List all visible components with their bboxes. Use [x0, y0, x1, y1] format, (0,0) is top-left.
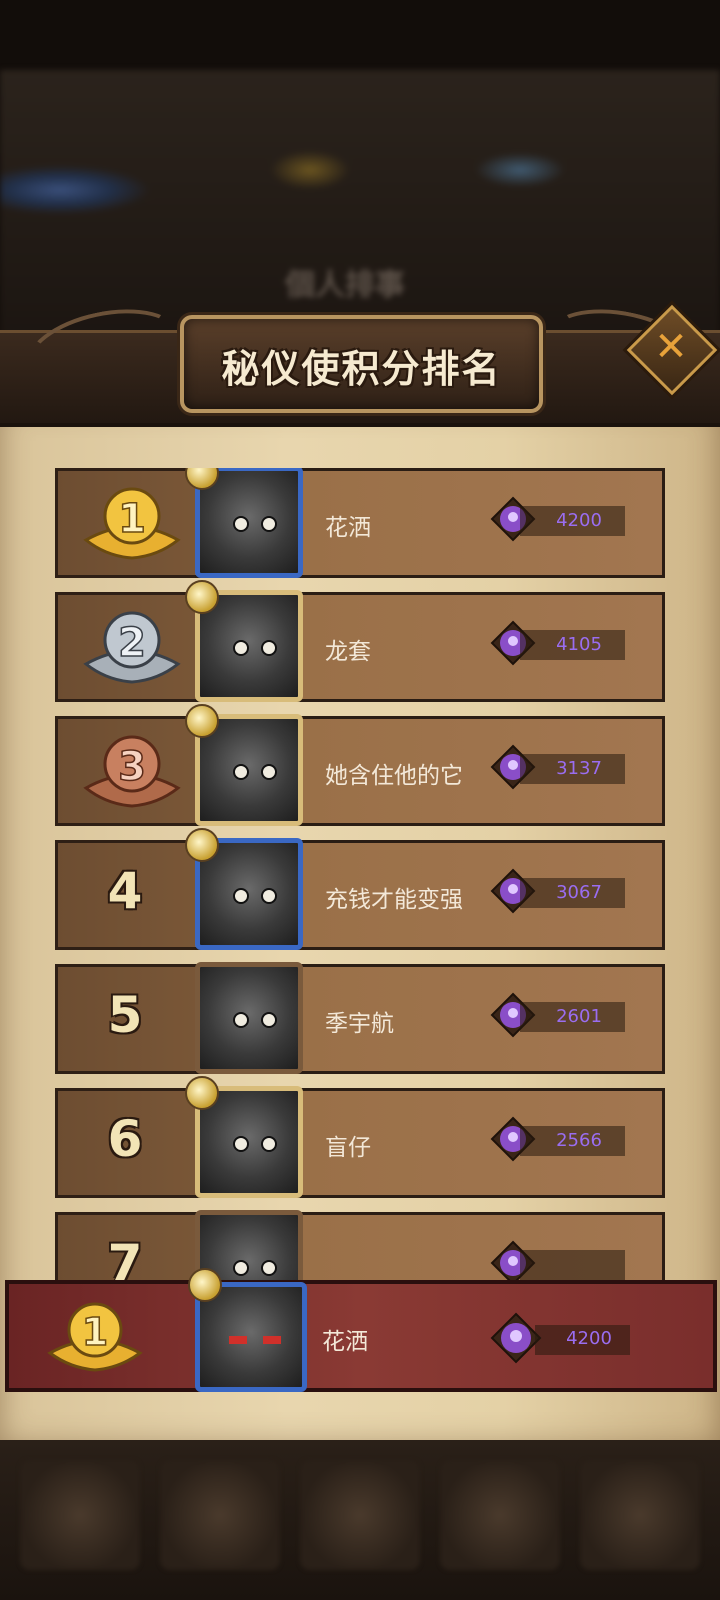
nav-slot — [440, 1460, 560, 1570]
avatar-star-badge — [188, 1268, 222, 1302]
rank-number: 2 — [118, 620, 146, 666]
score-value: 4200 — [556, 510, 602, 531]
my-rank-medal: 1 — [47, 1302, 143, 1372]
score-value: 3137 — [556, 758, 602, 779]
close-icon[interactable]: ✕ — [646, 322, 696, 372]
my-rank-number: 1 — [82, 1310, 108, 1354]
nav-slot — [580, 1460, 700, 1570]
ranking-row[interactable]: 5 季宇航 2601 — [55, 962, 665, 1076]
avatar-eyes — [229, 1336, 281, 1344]
silver-medal-icon: 2 — [83, 611, 181, 684]
ranking-row[interactable]: 3 她含住他的它 3137 — [55, 704, 665, 828]
score-value: 4105 — [556, 634, 602, 655]
ranking-row[interactable]: 1 花洒 4200 — [55, 468, 665, 580]
rank-number: 5 — [107, 986, 143, 1044]
ranking-list[interactable]: 1 花洒 4200 2 龙套 4105 3 她含住他的它 3137 4 充钱才能变强 3067 5 季宇航… — [55, 468, 670, 1290]
avatar-eyes — [233, 888, 277, 904]
player-name: 盲仔 — [325, 1135, 371, 1161]
ranking-row[interactable]: 6 盲仔 2566 — [55, 1076, 665, 1200]
halo-orb-icon — [185, 1076, 219, 1110]
player-name: 季宇航 — [325, 1011, 394, 1037]
score-value: 3067 — [556, 882, 602, 903]
blurred-background-title: 個人排事 — [285, 268, 405, 303]
page-title: 秘仪使积分排名 — [221, 347, 502, 391]
player-name: 花洒 — [325, 515, 371, 541]
avatar-eyes — [233, 516, 277, 532]
bronze-medal-icon: 3 — [83, 735, 181, 808]
rank-number: 6 — [107, 1110, 143, 1168]
avatar-eyes — [233, 764, 277, 780]
avatar-eyes — [233, 640, 277, 656]
ranking-row[interactable]: 4 充钱才能变强 3067 — [55, 828, 665, 952]
player-name: 她含住他的它 — [325, 763, 463, 789]
halo-orb-icon — [185, 580, 219, 614]
score-box — [520, 1250, 625, 1280]
my-score-value: 4200 — [566, 1328, 612, 1349]
score-value: 2601 — [556, 1006, 602, 1027]
player-name: 龙套 — [325, 639, 371, 665]
player-name: 充钱才能变强 — [325, 887, 463, 913]
star-badge-icon — [185, 828, 219, 862]
rank-number: 3 — [118, 744, 146, 790]
blurred-bottom-nav — [0, 1440, 720, 1600]
my-player-name: 花洒 — [322, 1329, 368, 1355]
nav-slot — [20, 1460, 140, 1570]
nav-slot — [300, 1460, 420, 1570]
avatar-eyes — [233, 1012, 277, 1028]
player-avatar[interactable] — [195, 962, 303, 1074]
score-value: 2566 — [556, 1130, 602, 1151]
rank-number: 4 — [107, 862, 143, 920]
nav-slot — [160, 1460, 280, 1570]
ranking-row[interactable]: 2 龙套 4105 — [55, 580, 665, 704]
ranking-row[interactable]: 7 — [55, 1210, 665, 1290]
gold-medal-icon: 1 — [47, 1302, 143, 1372]
gold-medal-icon: 1 — [83, 487, 181, 560]
halo-orb-icon — [185, 704, 219, 738]
avatar-eyes — [233, 1136, 277, 1152]
rank-number: 1 — [118, 496, 146, 542]
avatar-eyes — [233, 1260, 277, 1276]
